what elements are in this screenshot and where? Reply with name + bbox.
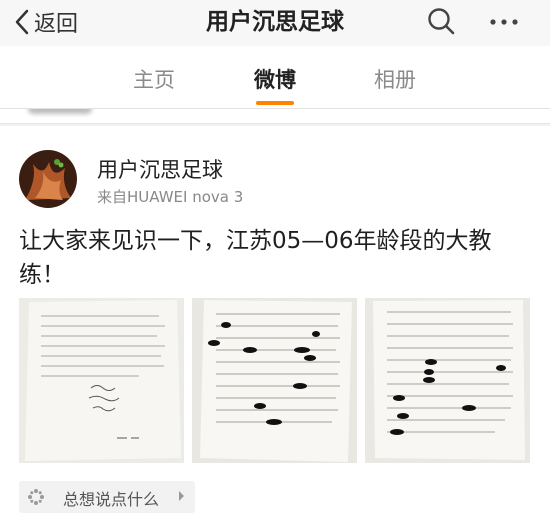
post-image-3[interactable] — [365, 298, 530, 463]
profile-tabs: 主页 微博 相册 — [0, 46, 550, 109]
avatar[interactable] — [19, 150, 77, 208]
previous-post-edge — [0, 109, 550, 124]
weibo-post: 用户沉思足球 来自HUAWEI nova 3 让大家来见识一下，江苏05—06年… — [0, 126, 550, 522]
post-username[interactable]: 用户沉思足球 — [97, 154, 223, 184]
tab-home[interactable]: 主页 — [133, 64, 175, 94]
post-source: 来自HUAWEI nova 3 — [97, 188, 244, 206]
post-text: 让大家来见识一下，江苏05—06年龄段的大教练！ — [19, 228, 492, 288]
comment-box[interactable]: 总想说点什么 — [19, 481, 195, 513]
navigation-bar: 返回 用户沉思足球 — [0, 0, 550, 46]
tab-weibo[interactable]: 微博 — [254, 64, 296, 94]
caret-right-icon — [179, 491, 184, 501]
post-image-2[interactable] — [192, 298, 357, 463]
comment-placeholder: 总想说点什么 — [63, 490, 160, 509]
search-icon[interactable] — [424, 5, 458, 37]
sparkle-icon — [28, 489, 44, 505]
page-title: 用户沉思足球 — [206, 9, 344, 35]
tab-album[interactable]: 相册 — [374, 64, 416, 94]
post-image-1[interactable] — [19, 298, 184, 463]
more-icon[interactable] — [484, 5, 524, 37]
active-tab-indicator — [256, 101, 294, 105]
